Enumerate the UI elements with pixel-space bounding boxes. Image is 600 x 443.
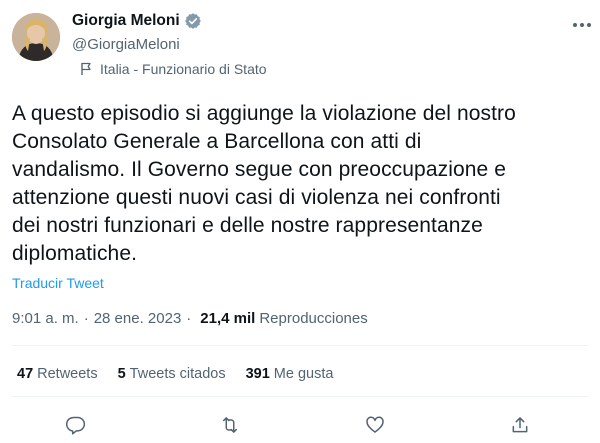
quotes-count: 5 (117, 366, 126, 382)
share-button[interactable] (509, 414, 531, 436)
retweet-icon (223, 417, 237, 433)
tweet-card: Giorgia Meloni @GiorgiaMeloni Italia - F… (0, 0, 600, 443)
divider (12, 345, 588, 346)
metadata-separator: · (83, 310, 89, 327)
engagement-stats: 47 Retweets 5 Tweets citados 391 Me gusta (17, 366, 353, 382)
translate-tweet-link[interactable]: Traducir Tweet (12, 275, 104, 291)
heart-icon (366, 416, 384, 433)
reply-button[interactable] (65, 414, 87, 436)
affiliation-label: Italia - Funzionario di Stato (80, 61, 267, 77)
verified-badge-icon (184, 13, 201, 29)
metadata-separator: · (186, 310, 192, 327)
government-flag-icon (81, 62, 91, 75)
avatar[interactable] (12, 13, 60, 61)
tweet-text: A questo episodio si aggiunge la violazi… (12, 102, 516, 265)
more-options-icon[interactable] (572, 22, 592, 28)
likes-count: 391 (245, 366, 270, 382)
tweet-date[interactable]: 28 ene. 2023 (94, 310, 182, 327)
author-display-name[interactable]: Giorgia Meloni (72, 12, 180, 30)
tweet-metadata: 9:01 a. m. · 28 ene. 2023 · 21,4 mil Rep… (12, 310, 368, 327)
divider (12, 396, 588, 397)
views-label: Reproducciones (259, 310, 368, 327)
likes-stat[interactable]: 391 Me gusta (246, 366, 334, 382)
quotes-label: Tweets citados (129, 366, 226, 382)
affiliation-text: Italia - Funzionario di Stato (100, 61, 267, 77)
tweet-actions (0, 414, 600, 436)
avatar-image (12, 13, 60, 61)
retweets-stat[interactable]: 47 Retweets (17, 366, 98, 382)
retweet-button[interactable] (219, 414, 241, 436)
views-count: 21,4 mil (200, 310, 256, 327)
retweets-label: Retweets (37, 366, 98, 382)
quotes-stat[interactable]: 5 Tweets citados (118, 366, 226, 382)
author-handle[interactable]: @GiorgiaMeloni (72, 36, 180, 53)
retweets-count: 47 (17, 366, 34, 382)
tweet-time[interactable]: 9:01 a. m. (12, 310, 79, 327)
reply-icon (66, 416, 86, 435)
likes-label: Me gusta (273, 366, 334, 382)
author-name-row: Giorgia Meloni (72, 12, 202, 30)
share-icon (512, 417, 528, 433)
like-button[interactable] (364, 414, 386, 436)
